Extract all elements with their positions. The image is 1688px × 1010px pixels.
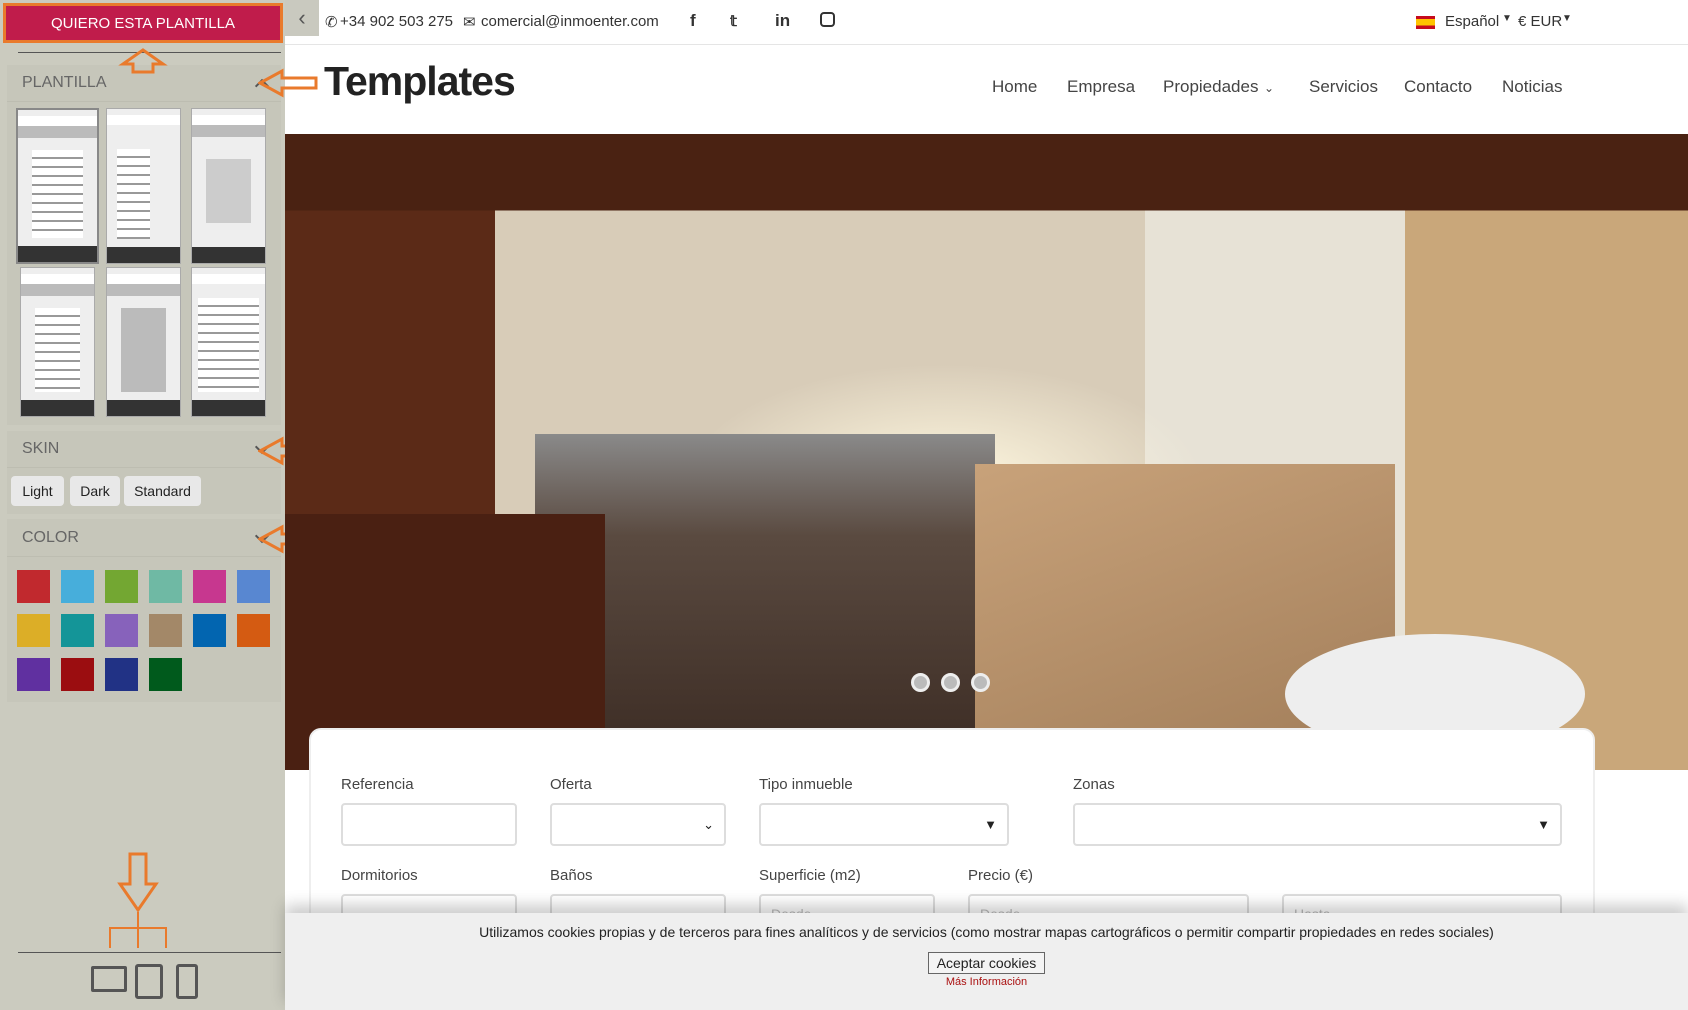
twitter-icon[interactable]: 𝕥 [730, 12, 737, 30]
color-swatches [7, 557, 281, 702]
color-header[interactable]: COLOR [7, 519, 281, 557]
color-swatch[interactable] [105, 658, 138, 691]
nav-noticias[interactable]: Noticias [1502, 77, 1562, 97]
color-swatch[interactable] [17, 658, 50, 691]
skin-label: SKIN [22, 440, 60, 457]
color-swatch[interactable] [237, 570, 270, 603]
template-grid [7, 102, 281, 425]
caret-down-icon: ▼ [1562, 13, 1572, 24]
phone-icon: ✆ [325, 14, 338, 31]
linkedin-icon[interactable]: in [775, 11, 790, 31]
nav-propiedades[interactable]: Propiedades [1163, 77, 1258, 97]
want-template-button[interactable]: QUIERO ESTA PLANTILLA [3, 3, 283, 43]
chevron-down-icon: ⌄ [1264, 81, 1275, 95]
currency-select[interactable]: € EUR [1518, 13, 1562, 30]
template-thumb-3[interactable] [191, 108, 266, 264]
color-swatch[interactable] [149, 570, 182, 603]
skin-header[interactable]: SKIN [7, 431, 281, 468]
facebook-icon[interactable]: f [690, 11, 696, 31]
color-swatch[interactable] [61, 658, 94, 691]
email-link[interactable]: comercial@inmoenter.com [481, 13, 659, 30]
mobile-icon[interactable] [176, 964, 198, 999]
collapse-sidebar-button[interactable]: ‹ [285, 0, 319, 36]
color-swatch[interactable] [105, 570, 138, 603]
template-thumb-1[interactable] [16, 108, 99, 264]
color-swatch[interactable] [105, 614, 138, 647]
template-thumb-5[interactable] [106, 267, 181, 417]
color-swatch[interactable] [17, 614, 50, 647]
color-swatch[interactable] [149, 614, 182, 647]
slider-dot-2[interactable] [941, 673, 960, 692]
cookie-text: Utilizamos cookies propias y de terceros… [479, 924, 1494, 940]
instagram-icon[interactable] [820, 12, 835, 27]
site-logo[interactable]: Templates [324, 58, 516, 105]
color-swatch[interactable] [149, 658, 182, 691]
up-arrow-annotation [118, 48, 168, 74]
skin-dark-button[interactable]: Dark [70, 476, 120, 506]
color-swatch[interactable] [193, 614, 226, 647]
color-swatch[interactable] [237, 614, 270, 647]
desktop-icon[interactable] [91, 966, 127, 992]
template-thumb-4[interactable] [20, 267, 95, 417]
precio-label: Precio (€) [968, 867, 1034, 884]
down-arrow-annotation [109, 852, 167, 948]
caret-down-icon: ▼ [1537, 817, 1550, 832]
tipo-label: Tipo inmueble [759, 776, 853, 793]
caret-down-icon: ▼ [984, 817, 997, 832]
superficie-label: Superficie (m2) [759, 867, 861, 884]
zonas-label: Zonas [1073, 776, 1115, 793]
template-sidebar: QUIERO ESTA PLANTILLA PLANTILLA SKIN Lig… [0, 0, 285, 1010]
color-swatch[interactable] [61, 570, 94, 603]
nav-servicios[interactable]: Servicios [1309, 77, 1378, 97]
referencia-input[interactable] [341, 803, 517, 846]
language-select[interactable]: Español [1445, 13, 1499, 30]
phone-number[interactable]: +34 902 503 275 [340, 13, 453, 30]
oferta-select[interactable]: ⌄ [550, 803, 726, 846]
spain-flag-icon [1416, 16, 1435, 29]
oferta-label: Oferta [550, 776, 592, 793]
color-swatch[interactable] [61, 614, 94, 647]
template-thumb-2[interactable] [106, 108, 181, 264]
chevron-down-icon: ⌄ [703, 817, 714, 832]
tipo-select[interactable]: ▼ [759, 803, 1009, 846]
divider [18, 952, 281, 953]
nav-contacto[interactable]: Contacto [1404, 77, 1472, 97]
template-thumb-6[interactable] [191, 267, 266, 417]
referencia-label: Referencia [341, 776, 414, 793]
caret-down-icon: ▼ [1502, 13, 1512, 24]
nav-home[interactable]: Home [992, 77, 1037, 97]
email-icon: ✉ [463, 14, 476, 31]
skin-light-button[interactable]: Light [11, 476, 64, 506]
cookie-banner: Utilizamos cookies propias y de terceros… [285, 913, 1688, 1010]
more-info-link[interactable]: Más Información [285, 976, 1688, 988]
dormitorios-label: Dormitorios [341, 867, 418, 884]
color-swatch[interactable] [193, 570, 226, 603]
zonas-select[interactable]: ▼ [1073, 803, 1562, 846]
left-arrow-annotation [258, 68, 318, 98]
color-swatch[interactable] [17, 570, 50, 603]
slider-dot-3[interactable] [971, 673, 990, 692]
plantilla-label: PLANTILLA [22, 74, 107, 91]
accept-cookies-button[interactable]: Aceptar cookies [927, 952, 1046, 974]
skin-standard-button[interactable]: Standard [124, 476, 201, 506]
slider-dot-1[interactable] [911, 673, 930, 692]
tablet-icon[interactable] [135, 964, 163, 999]
nav-empresa[interactable]: Empresa [1067, 77, 1135, 97]
top-bar: ✆ +34 902 503 275 ✉ comercial@inmoenter.… [285, 0, 1688, 45]
color-label: COLOR [22, 528, 79, 546]
banos-label: Baños [550, 867, 593, 884]
